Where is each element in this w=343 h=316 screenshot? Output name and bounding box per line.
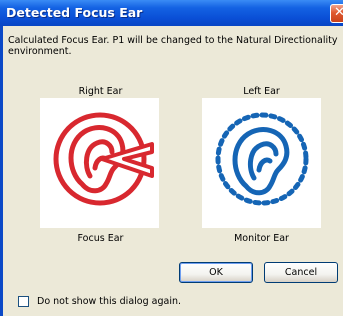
dialog-window: Detected Focus Ear ✕ Calculated Focus Ea… bbox=[0, 0, 343, 316]
do-not-show-checkbox[interactable] bbox=[18, 296, 29, 307]
dialog-title: Detected Focus Ear bbox=[6, 5, 143, 20]
dialog-body: Calculated Focus Ear. P1 will be changed… bbox=[3, 26, 343, 316]
focus-ear-icon bbox=[53, 112, 154, 206]
left-ear-caption: Monitor Ear bbox=[234, 233, 289, 244]
cancel-button[interactable]: Cancel bbox=[264, 262, 338, 283]
right-ear-heading: Right Ear bbox=[78, 86, 123, 97]
close-icon: ✕ bbox=[334, 5, 343, 20]
close-button[interactable]: ✕ bbox=[330, 4, 343, 23]
dialog-message: Calculated Focus Ear. P1 will be changed… bbox=[8, 35, 338, 57]
ok-button[interactable]: OK bbox=[179, 262, 253, 283]
left-ear-panel bbox=[202, 98, 321, 228]
left-ear-heading: Left Ear bbox=[243, 86, 280, 97]
right-ear-panel bbox=[40, 98, 159, 228]
do-not-show-label[interactable]: Do not show this dialog again. bbox=[37, 296, 181, 307]
right-ear-caption: Focus Ear bbox=[77, 233, 124, 244]
monitor-ear-icon bbox=[215, 112, 309, 206]
title-bar[interactable]: Detected Focus Ear ✕ bbox=[0, 0, 343, 26]
